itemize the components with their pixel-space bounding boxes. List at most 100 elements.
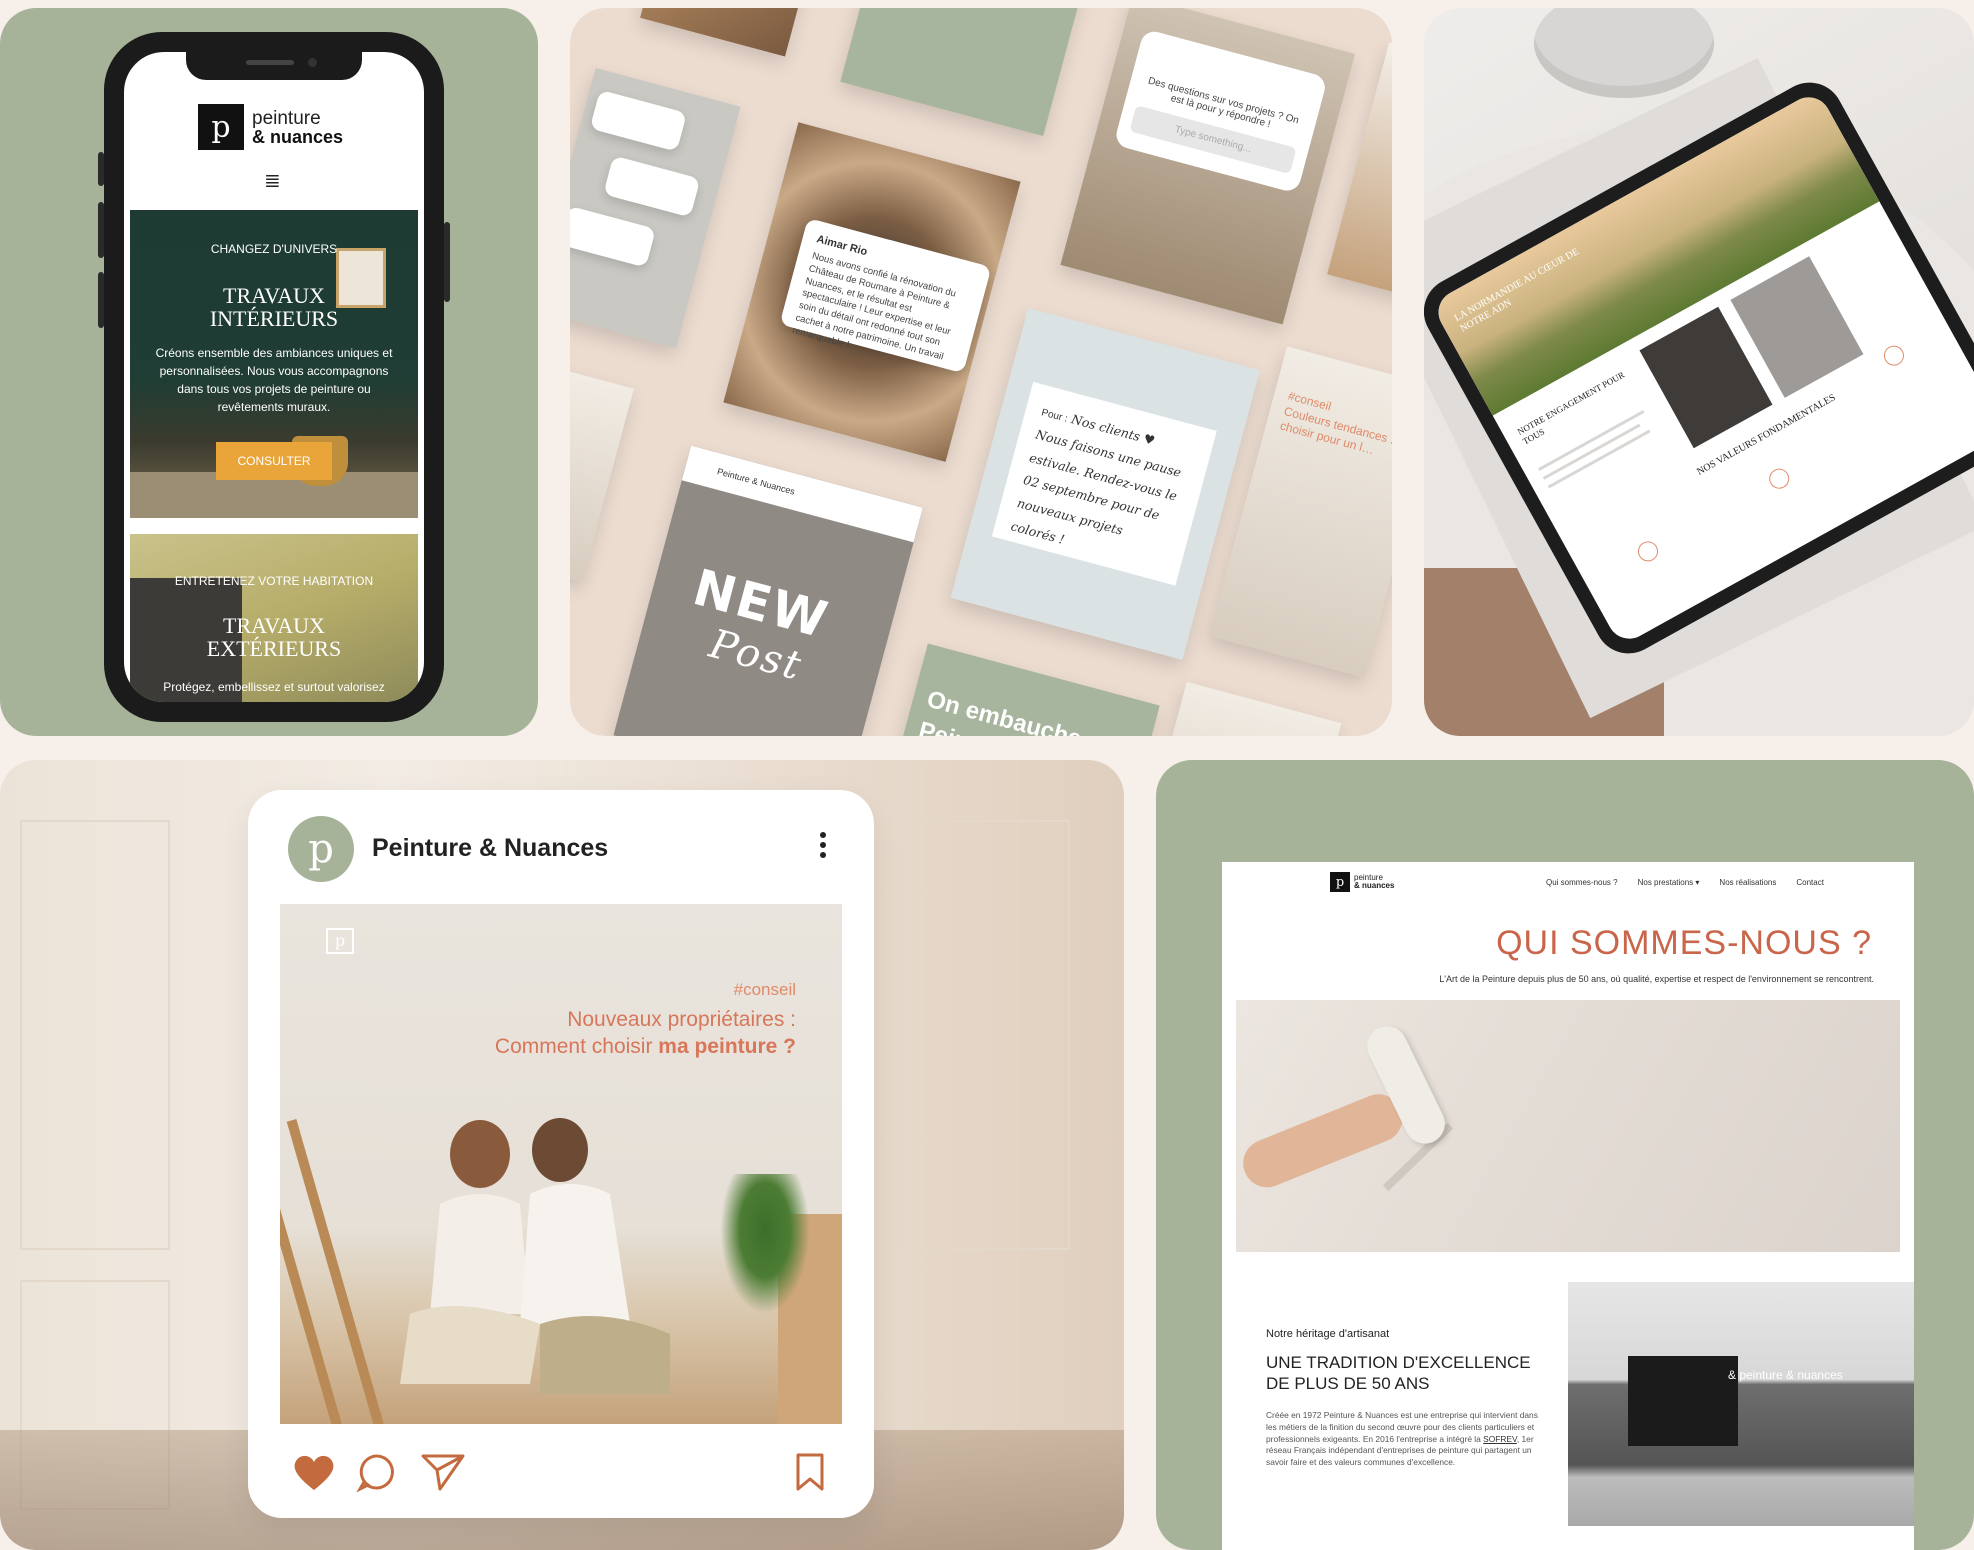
site-logo[interactable]: p peinture & nuances [198,104,343,150]
section-heading-line2: DE PLUS DE 50 ANS [1266,1374,1430,1394]
note-to-label: Pour : [1040,407,1069,425]
post-hiring: On embauche un Peintre [876,643,1160,736]
post-headline-line2: Comment choisir ma peinture ? [495,1035,796,1059]
post-chat-thread [570,67,741,349]
post-ok-dialog: OK [840,8,1093,137]
account-name[interactable]: Peinture & Nuances [372,834,608,863]
logo-wordmark: peinture & nuances [252,109,343,146]
building-sign: & peinture & nuances [1728,1368,1843,1382]
arm-image [1236,1087,1410,1195]
phone-volume-down-button [98,272,104,328]
section-paragraph: Créée en 1972 Peinture & Nuances est une… [1266,1410,1546,1469]
post-actions [292,1452,832,1496]
more-options-icon[interactable] [820,832,828,862]
post-headline-line1: Nouveaux propriétaires : [567,1008,796,1031]
hamburger-icon[interactable]: ≣ [264,168,281,193]
phone-volume-up-button [98,202,104,258]
text-line [1542,423,1641,480]
instagram-mockup-tile: p Peinture & Nuances p #conseil Nouveaux… [0,760,1124,1550]
hero-exterior-title-line1: TRAVAUX [223,613,325,638]
nav-link-qui-sommes-nous[interactable]: Qui sommes-nous ? [1546,878,1618,887]
post-photo[interactable]: p #conseil Nouveaux propriétaires : Comm… [280,904,842,1424]
hero-exterior-title: TRAVAUX EXTÉRIEURS [130,614,418,660]
logo-word-nuances: & nuances [1354,881,1395,890]
hero-interior: CHANGEZ D'UNIVERS TRAVAUX INTÉRIEURS Cré… [130,210,418,518]
social-collage-tile: OK Aimar Rio Nous avons confié la rénova… [570,8,1392,736]
instagram-post: p Peinture & Nuances p #conseil Nouveaux… [248,790,874,1518]
phone-notch [186,52,362,80]
hero-interior-title: TRAVAUX INTÉRIEURS [130,284,418,330]
post-interior-partial [570,357,634,582]
section-heading-line1: UNE TRADITION D'EXCELLENCE [1266,1353,1531,1372]
building-door [1628,1356,1738,1446]
heart-icon[interactable] [292,1452,336,1492]
handwritten-note: Pour : Nos clients ♥ Nous faisons une pa… [991,381,1217,586]
nav-link-prestations[interactable]: Nos prestations ▾ [1638,878,1700,887]
hero-interior-title-line2: INTÉRIEURS [209,306,339,332]
conseil-snippet: #conseil Couleurs tendances : choisir po… [1278,389,1392,470]
post-headline-bold: ma peinture ? [658,1035,796,1058]
hero-exterior-kicker: ENTRETENEZ VOTRE HABITATION [174,574,374,588]
text-line [1547,429,1651,489]
website-page: p peinture & nuances Qui sommes-nous ? N… [1222,862,1914,1550]
send-icon[interactable] [420,1452,466,1492]
account-avatar[interactable]: p [288,816,354,882]
hero-exterior-text: Protégez, embellissez et surtout valoris… [163,680,385,694]
tablet-mockup-tile: LA NORMANDIE AU CŒUR DE NOTRE ADN NOTRE … [1424,8,1974,736]
site-logo[interactable]: p peinture & nuances [1330,872,1394,892]
nav-links: Qui sommes-nous ? Nos prestations ▾ Nos … [1546,878,1824,887]
post-chandelier [1135,681,1342,736]
post-new-post: Peinture & Nuances NEW Post [613,445,923,736]
plant-image [720,1174,810,1314]
brand-watermark-icon: p [326,928,354,954]
page-title: QUI SOMMES-NOUS ? [1496,924,1872,962]
nav-link-contact[interactable]: Contact [1796,878,1824,887]
post-question: Des questions sur vos projets ? On est l… [1060,8,1356,325]
wall-molding [900,820,1070,1250]
section-kicker: Notre héritage d'artisanat [1266,1328,1390,1340]
phone-mockup-tile: p peinture & nuances ≣ CHANGEZ D'UNIVERS… [0,8,538,736]
bookmark-icon[interactable] [794,1452,826,1492]
hero-exterior: ENTRETENEZ VOTRE HABITATION TRAVAUX EXTÉ… [130,534,418,702]
building-image: & peinture & nuances [1568,1282,1914,1526]
comment-icon[interactable] [356,1452,396,1492]
website-mockup-tile: p peinture & nuances Qui sommes-nous ? N… [1156,760,1974,1550]
hero-interior-title-line1: TRAVAUX [223,283,325,308]
value-icon [1634,537,1662,566]
phone-device: p peinture & nuances ≣ CHANGEZ D'UNIVERS… [98,32,450,722]
headphones-image [1534,8,1714,98]
post-review: Aimar Rio Nous avons confié la rénovatio… [723,122,1021,462]
hero-exterior-title-line2: EXTÉRIEURS [206,636,342,662]
post-hashtag: #conseil [733,980,796,999]
collage-grid: OK Aimar Rio Nous avons confié la rénova… [570,8,1392,736]
chat-bubble [589,89,687,152]
logo-mark-icon: p [1330,872,1350,892]
section-heading: UNE TRADITION D'EXCELLENCE DE PLUS DE 50… [1266,1352,1566,1395]
wall-molding [20,820,170,1250]
couple-image [400,1118,670,1394]
sofrev-link[interactable]: SOFREV [1483,1434,1517,1444]
phone-mute-button [98,152,104,186]
consulter-button[interactable]: CONSULTER [216,442,332,480]
logo-mark-icon: p [198,104,244,150]
phone-screen: p peinture & nuances ≣ CHANGEZ D'UNIVERS… [124,52,424,702]
phone-power-button [444,222,450,302]
post-headline-prefix: Comment choisir [494,1035,659,1058]
site-nav: p peinture & nuances Qui sommes-nous ? N… [1222,862,1914,902]
hero-interior-kicker: CHANGEZ D'UNIVERS [210,242,338,256]
logo-word-nuances: & nuances [252,126,344,147]
value-icon [1880,342,1908,370]
post-note: Pour : Nos clients ♥ Nous faisons une pa… [950,308,1260,660]
chat-bubble [603,155,701,218]
hero-image [1236,1000,1900,1252]
page-subtitle: L'Art de la Peinture depuis plus de 50 a… [1439,974,1874,984]
logo-wordmark: peinture & nuances [1354,874,1394,890]
hero-interior-text: Créons ensemble des ambiances uniques et… [155,346,393,414]
nav-link-realisations[interactable]: Nos réalisations [1719,878,1776,887]
chat-bubble [570,205,656,268]
post-account-header: Peinture & Nuances [681,445,923,543]
review-card: Aimar Rio Nous avons confié la rénovatio… [779,217,992,374]
question-card: Des questions sur vos projets ? On est l… [1113,28,1328,194]
ladder-image [280,1114,388,1424]
logo-word-peinture: peinture [252,107,321,129]
